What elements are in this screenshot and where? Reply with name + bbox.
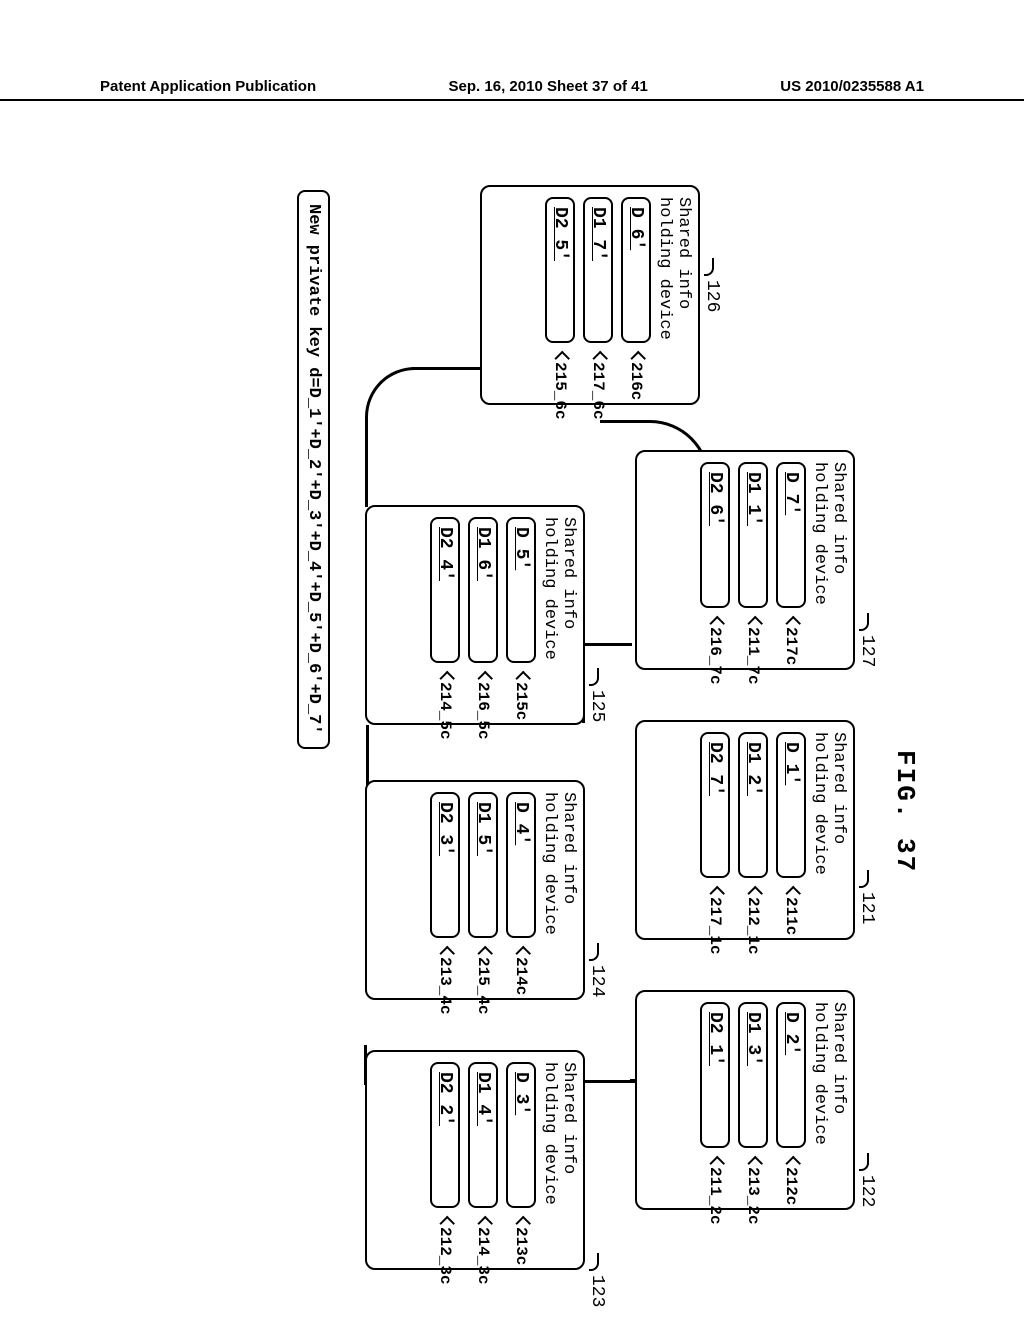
ref-tag: 216_7c — [706, 627, 724, 685]
device-title: Shared info holding device — [540, 1062, 578, 1268]
share-box: D2_2'212_3c — [430, 1062, 460, 1208]
ref-tag: 213c — [512, 1227, 530, 1265]
device-ref: 125 — [587, 690, 607, 722]
page-header: Patent Application Publication Sep. 16, … — [0, 78, 1024, 101]
ring-segment — [365, 367, 415, 507]
share-box: D1_2'212_1c — [738, 732, 768, 878]
device-title: Shared info holding device — [540, 517, 578, 723]
ring-segment — [412, 367, 482, 370]
share-box: D_3'213c — [506, 1062, 536, 1208]
ring-segment — [580, 1080, 640, 1083]
ref-tag: 212_3c — [436, 1227, 454, 1285]
header-right: US 2010/0235588 A1 — [780, 78, 924, 95]
ref-tag: 216_5c — [474, 682, 492, 740]
share-box: D1_4'214_3c — [468, 1062, 498, 1208]
ref-tag: 215c — [512, 682, 530, 720]
ref-tag: 217_1c — [706, 897, 724, 955]
device-124: Shared info holding device D_4'214c D1_5… — [365, 780, 585, 1000]
header-mid: Sep. 16, 2010 Sheet 37 of 41 — [449, 78, 648, 95]
ref-tag: 211_7c — [744, 627, 762, 685]
share-box: D2_1'211_2c — [700, 1002, 730, 1148]
ref-tag: 211_2c — [706, 1167, 724, 1225]
share-box: D1_5'215_4c — [468, 792, 498, 938]
device-title: Shared info holding device — [810, 462, 848, 668]
device-123: Shared info holding device D_3'213c D1_4… — [365, 1050, 585, 1270]
private-key-equation: New private key d=D_1'+D_2'+D_3'+D_4'+D_… — [297, 190, 330, 749]
ref-tag: 217_6c — [589, 362, 607, 420]
share-box: D1_7'217_6c — [583, 197, 613, 343]
ref-tag: 212c — [782, 1167, 800, 1205]
ref-tag: 217c — [782, 627, 800, 665]
device-125: Shared info holding device D_5'215c D1_6… — [365, 505, 585, 725]
ref-tag: 215_4c — [474, 957, 492, 1015]
device-ref: 123 — [587, 1275, 607, 1307]
ref-tag: 213_4c — [436, 957, 454, 1015]
share-box: D2_7'217_1c — [700, 732, 730, 878]
device-ref: 122 — [857, 1175, 877, 1207]
device-121: Shared info holding device D_1'211c D1_2… — [635, 720, 855, 940]
ref-tag: 216c — [627, 362, 645, 400]
ref-tag: 214c — [512, 957, 530, 995]
share-box: D1_1'211_7c — [738, 462, 768, 608]
ref-tag: 214_5c — [436, 682, 454, 740]
device-122: Shared info holding device D_2'212c D1_3… — [635, 990, 855, 1210]
figure-diagram: FIG. 37 Shared info holding device D_6'2… — [20, 320, 940, 1040]
device-ref: 121 — [857, 892, 877, 924]
share-box: D_2'212c — [776, 1002, 806, 1148]
device-ref: 126 — [702, 280, 722, 312]
device-title: Shared info holding device — [540, 792, 578, 998]
share-box: D_4'214c — [506, 792, 536, 938]
share-box: D2_5'215_6c — [545, 197, 575, 343]
share-box: D1_6'216_5c — [468, 517, 498, 663]
device-title: Shared info holding device — [655, 197, 693, 403]
ref-tag: 213_2c — [744, 1167, 762, 1225]
ring-segment — [366, 725, 369, 785]
share-box: D_5'215c — [506, 517, 536, 663]
share-box: D_1'211c — [776, 732, 806, 878]
device-title: Shared info holding device — [810, 732, 848, 938]
header-left: Patent Application Publication — [100, 78, 316, 95]
share-box: D_7'217c — [776, 462, 806, 608]
ring-segment — [582, 643, 632, 646]
ref-tag: 214_3c — [474, 1227, 492, 1285]
device-126: Shared info holding device D_6'216c D1_7… — [480, 185, 700, 405]
share-box: D2_6'216_7c — [700, 462, 730, 608]
device-ref: 124 — [587, 965, 607, 997]
share-box: D_6'216c — [621, 197, 651, 343]
share-box: D1_3'213_2c — [738, 1002, 768, 1148]
ref-tag: 211c — [782, 897, 800, 935]
figure-label: FIG. 37 — [890, 750, 920, 873]
device-title: Shared info holding device — [810, 1002, 848, 1208]
ref-tag: 215_6c — [551, 362, 569, 420]
device-ref: 127 — [857, 635, 877, 667]
device-127: Shared info holding device D_7'217c D1_1… — [635, 450, 855, 670]
share-box: D2_3'213_4c — [430, 792, 460, 938]
ref-tag: 212_1c — [744, 897, 762, 955]
share-box: D2_4'214_5c — [430, 517, 460, 663]
